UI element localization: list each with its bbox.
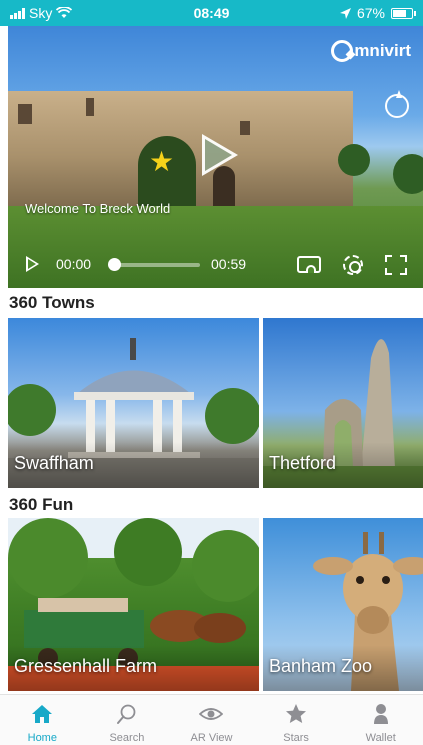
status-bar: Sky 08:49 67% <box>0 0 423 26</box>
omnivirt-logo[interactable]: mnivirt <box>331 40 411 62</box>
tab-wallet[interactable]: Wallet <box>338 695 423 745</box>
hero-video-player[interactable]: mnivirt ★ Welcome To Breck World 00:00 0… <box>8 26 423 288</box>
tab-label: Home <box>27 732 57 744</box>
tab-home[interactable]: Home <box>0 695 85 745</box>
current-time: 00:00 <box>56 256 92 272</box>
fullscreen-icon[interactable] <box>385 255 407 275</box>
tab-label: AR View <box>190 732 233 744</box>
vr-headset-icon[interactable] <box>297 256 321 273</box>
compass-icon[interactable] <box>385 90 409 118</box>
duration: 00:59 <box>211 256 247 272</box>
tab-ar-view[interactable]: AR View <box>169 695 254 745</box>
star-icon <box>286 704 307 723</box>
tab-label: Search <box>109 732 145 744</box>
card-label: Thetford <box>269 453 337 473</box>
status-right: 67% <box>339 5 416 21</box>
tab-label: Stars <box>283 732 309 744</box>
scene-window <box>240 121 250 135</box>
star-hotspot-icon[interactable]: ★ <box>149 148 174 176</box>
tab-label: Wallet <box>365 732 396 744</box>
wallet-icon <box>373 704 388 724</box>
play-overlay-icon[interactable] <box>202 134 238 176</box>
scene-tree <box>338 144 370 176</box>
section-title-fun: 360 Fun <box>9 495 74 514</box>
card-label: Gressenhall Farm <box>14 656 158 676</box>
card-label: Banham Zoo <box>269 656 373 676</box>
card-thetford[interactable]: Thetford <box>263 318 423 488</box>
location-arrow-icon <box>339 7 351 19</box>
card-banham-zoo[interactable]: Banham Zoo <box>263 518 423 691</box>
omnivirt-logo-mark <box>331 40 354 62</box>
video-caption: Welcome To Breck World <box>25 201 171 216</box>
bottom-tab-bar: Home Search AR View Stars Wallet <box>0 694 423 745</box>
scene-window <box>86 98 94 116</box>
card-swaffham[interactable]: Swaffham <box>8 318 259 488</box>
section-title-towns: 360 Towns <box>9 293 95 312</box>
card-label: Swaffham <box>14 453 94 473</box>
battery-percent: 67% <box>356 5 385 21</box>
search-icon <box>116 704 136 724</box>
seek-handle[interactable] <box>108 258 121 271</box>
battery-icon <box>391 7 416 19</box>
video-controls: 00:00 00:59 <box>8 246 423 288</box>
omnivirt-logo-text: mnivirt <box>354 41 411 60</box>
eye-icon <box>199 708 224 720</box>
settings-gear-icon[interactable] <box>343 255 363 275</box>
tab-stars[interactable]: Stars <box>254 695 339 745</box>
scene-tree <box>393 154 423 194</box>
play-button[interactable] <box>26 256 39 272</box>
tab-search[interactable]: Search <box>85 695 170 745</box>
home-icon <box>32 705 53 723</box>
scene-window <box>18 104 32 124</box>
seek-bar[interactable] <box>112 263 200 267</box>
card-gressenhall-farm[interactable]: Gressenhall Farm <box>8 518 259 691</box>
